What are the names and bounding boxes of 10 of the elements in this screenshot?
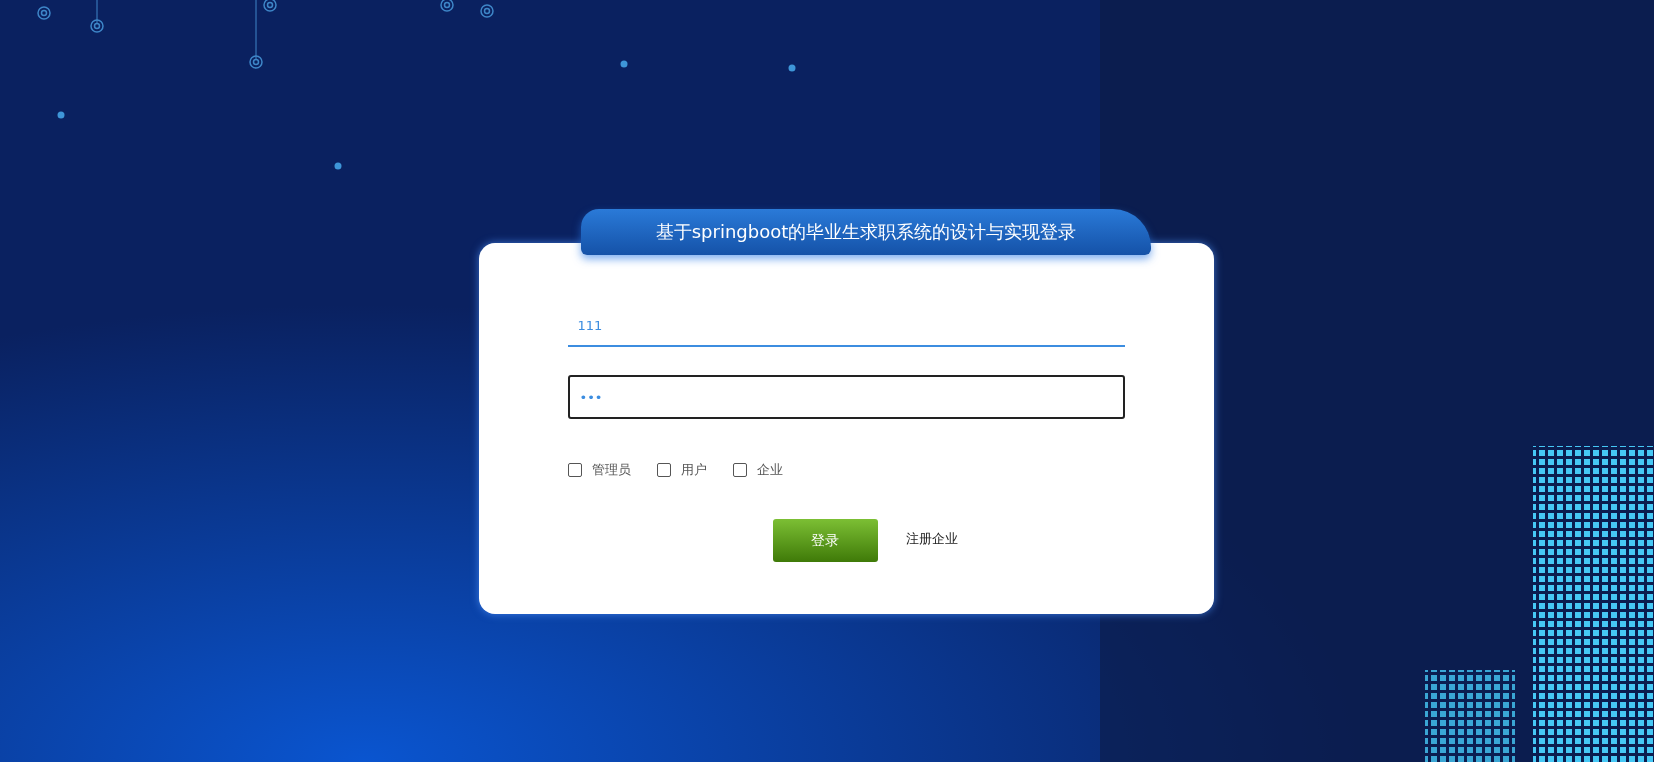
register-link[interactable]: 注册企业 [905, 529, 958, 548]
password-field[interactable]: ••• [567, 375, 1125, 419]
role-label: 用户 [680, 461, 707, 479]
login-title: 基于springboot的毕业生求职系统的设计与实现登录 [581, 209, 1151, 255]
role-checkbox[interactable] [567, 463, 582, 477]
role-label: 企业 [756, 461, 783, 479]
role-checkbox[interactable] [656, 463, 671, 477]
role-checkbox[interactable] [732, 463, 747, 477]
role-label: 管理员 [591, 461, 631, 479]
login-button[interactable]: 登录 [772, 519, 878, 562]
